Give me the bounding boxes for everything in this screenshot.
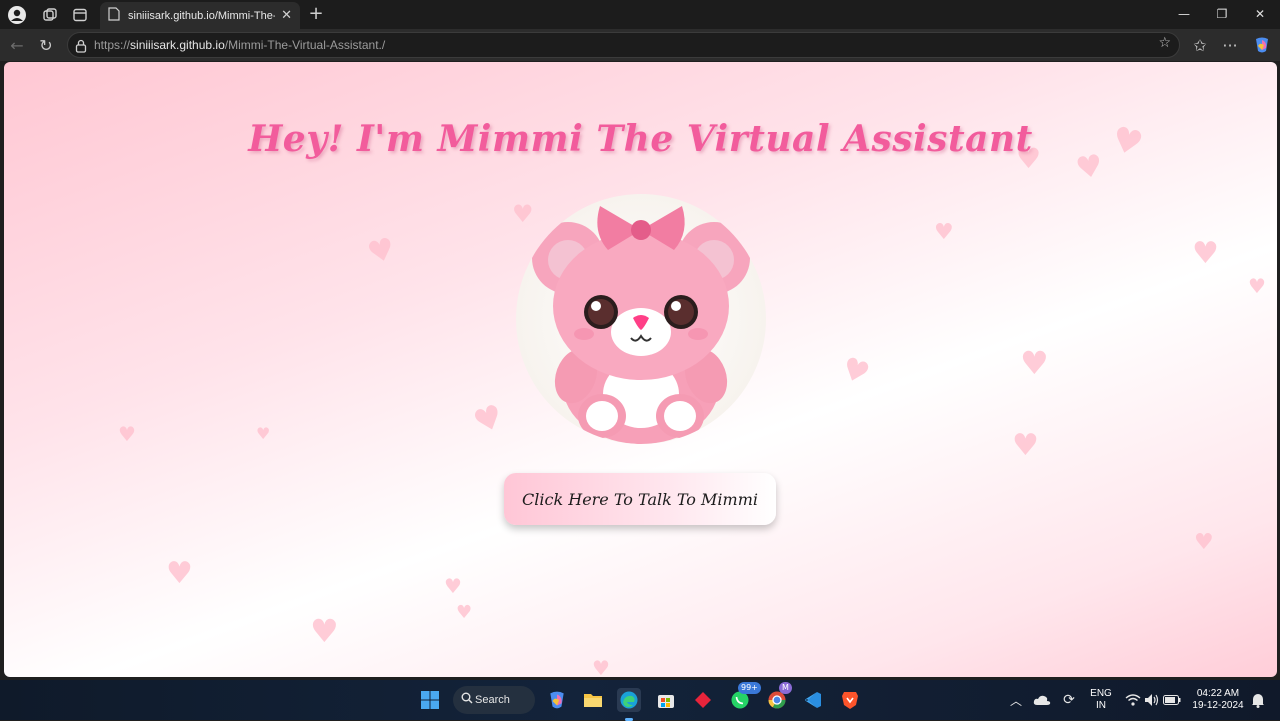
- sync-icon[interactable]: ⟳: [1057, 688, 1081, 712]
- page-icon: [108, 6, 120, 25]
- notifications-bell-icon[interactable]: [1246, 688, 1270, 712]
- copilot-app-icon[interactable]: [545, 688, 569, 712]
- heart-decoration-icon: ♥: [363, 231, 399, 272]
- chrome-profile-badge: M: [779, 682, 792, 694]
- workspaces-icon[interactable]: [39, 4, 61, 26]
- clock-date: 19-12-2024: [1192, 700, 1244, 711]
- onedrive-cloud-icon[interactable]: [1030, 688, 1054, 712]
- heart-decoration-icon: ♥: [166, 556, 193, 591]
- heart-decoration-icon: ♥: [1192, 236, 1219, 271]
- browser-window: siniiisark.github.io/Mimmi-The-Vi ✕ + — …: [0, 0, 1280, 721]
- heart-decoration-icon: ♥: [592, 656, 610, 677]
- clock[interactable]: 04:22 AM 19-12-2024: [1186, 688, 1250, 712]
- heart-decoration-icon: ♥: [1248, 274, 1266, 298]
- whatsapp-badge: 99+: [738, 682, 761, 694]
- search-icon: [461, 692, 473, 707]
- file-explorer-icon[interactable]: [581, 688, 605, 712]
- vscode-icon[interactable]: [801, 688, 825, 712]
- url-text: https://siniiisark.github.io/Mimmi-The-V…: [94, 38, 386, 52]
- restore-button[interactable]: ❐: [1212, 4, 1232, 24]
- heart-decoration-icon: ♥: [118, 422, 136, 446]
- heart-decoration-icon: ♥: [1020, 344, 1049, 382]
- minimize-button[interactable]: —: [1174, 4, 1194, 24]
- microsoft-store-icon[interactable]: [654, 688, 678, 712]
- heart-decoration-icon: ♥: [468, 396, 509, 442]
- tab-active[interactable]: siniiisark.github.io/Mimmi-The-Vi ✕: [100, 2, 300, 29]
- lock-icon[interactable]: [75, 38, 87, 57]
- page-viewport: ♥ ♥ ♥ ♥ ♥ ♥ ♥ ♥ ♥ ♥ ♥ ♥ ♥ ♥ ♥ ♥ ♥ ♥ ♥ ♥ …: [4, 62, 1277, 677]
- search-label: Search: [475, 694, 510, 706]
- page-title: Hey! I'm Mimmi The Virtual Assistant: [248, 118, 1033, 160]
- clock-time: 04:22 AM: [1196, 688, 1240, 699]
- heart-decoration-icon: ♥: [836, 350, 875, 393]
- back-arrow-icon[interactable]: ←: [6, 34, 28, 56]
- heart-decoration-icon: ♥: [1194, 530, 1214, 555]
- tab-actions-icon[interactable]: [69, 4, 91, 26]
- whatsapp-icon[interactable]: 99+: [728, 682, 761, 712]
- heart-decoration-icon: ♥: [456, 602, 473, 623]
- language-indicator[interactable]: ENG IN: [1086, 688, 1116, 712]
- heart-decoration-icon: ♥: [1012, 428, 1039, 463]
- copilot-icon[interactable]: [1251, 34, 1273, 56]
- heart-decoration-icon: ♥: [934, 220, 954, 245]
- heart-decoration-icon: ♥: [256, 424, 271, 443]
- close-window-button[interactable]: ✕: [1250, 4, 1270, 24]
- windows-taskbar: Search 99+ M ︿ ⟳ ENG IN 04:22 AM 19-12-2…: [0, 680, 1280, 721]
- navigation-bar: ← ↻ https://siniiisark.github.io/Mimmi-T…: [0, 29, 1280, 61]
- taskbar-search[interactable]: Search: [453, 686, 535, 714]
- show-hidden-icons-chevron-icon[interactable]: ︿: [1004, 688, 1028, 712]
- close-tab-icon[interactable]: ✕: [281, 8, 292, 23]
- talk-to-mimmi-button[interactable]: Click Here To Talk To Mimmi: [504, 473, 776, 525]
- battery-icon[interactable]: [1160, 688, 1184, 712]
- red-diamond-app-icon[interactable]: [691, 688, 715, 712]
- teddy-bear-illustration: [532, 206, 750, 444]
- tab-strip: siniiisark.github.io/Mimmi-The-Vi ✕ + — …: [0, 0, 1280, 29]
- brave-browser-icon[interactable]: [838, 688, 862, 712]
- tab-title: siniiisark.github.io/Mimmi-The-Vi: [128, 9, 276, 22]
- chrome-icon[interactable]: M: [765, 682, 792, 712]
- refresh-icon[interactable]: ↻: [35, 34, 57, 56]
- windows-start-icon[interactable]: [418, 688, 442, 712]
- more-options-icon[interactable]: ···: [1219, 34, 1241, 56]
- favorites-icon[interactable]: ✩: [1189, 34, 1211, 56]
- address-bar[interactable]: https://siniiisark.github.io/Mimmi-The-V…: [67, 32, 1180, 58]
- heart-decoration-icon: ♥: [512, 200, 534, 228]
- heart-decoration-icon: ♥: [444, 574, 462, 598]
- favorite-star-icon[interactable]: ☆: [1158, 35, 1171, 51]
- edge-browser-icon[interactable]: [617, 688, 641, 721]
- heart-decoration-icon: ♥: [310, 612, 339, 650]
- new-tab-button[interactable]: +: [306, 3, 326, 24]
- profile-icon[interactable]: [6, 4, 28, 26]
- mimmi-avatar: [516, 194, 766, 444]
